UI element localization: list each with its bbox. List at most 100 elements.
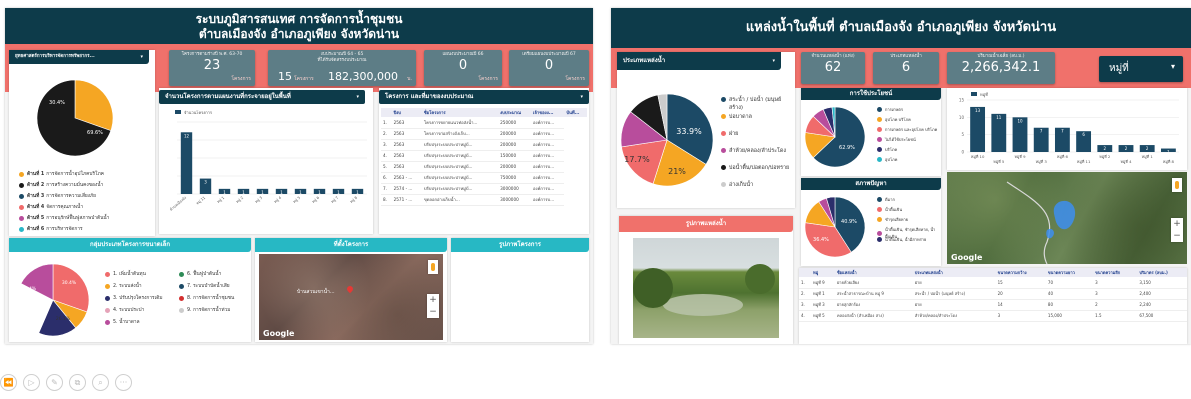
column-header[interactable]: ขนาดความลึก (1093, 268, 1138, 277)
column-header[interactable]: เจ้าของง... (531, 108, 565, 117)
table-row[interactable]: 2. หมู่ที่ 1 สระน้ำสาธารณะบ้าน หมู่ 9 สระน้… (799, 288, 1187, 300)
table-row[interactable]: 3. 2563 ปรับปรุงระบบประปาหมู่บ้... 200000 อง… (381, 139, 587, 151)
table-row[interactable]: 4. 2563 ปรับปรุงระบบประปาหมู่บ้... 150000 อง… (381, 150, 587, 162)
column-header[interactable] (799, 268, 811, 277)
column-header[interactable]: ชื่อแหล่งน้ำ (834, 268, 913, 277)
water-types-legend-item[interactable]: สระน้ำ / บ่อน้ำ (มนุษย์สร้าง) (721, 96, 791, 112)
zoom-in-button[interactable]: + (427, 294, 439, 306)
more-icon[interactable]: ··· (115, 374, 132, 391)
pencil-icon[interactable]: ✎ (46, 374, 63, 391)
table-row[interactable]: 4. หมู่ที่ 5 คลองส่งน้ำ (ลำเหมือง ล่าง) ลำห… (799, 310, 1187, 322)
projects-by-area-title: จำนวนโครงการตามแผนงานที่กระจายอยู่ในพื้น… (159, 90, 365, 104)
village-filter-dropdown[interactable]: หมู่ที่ ▾ (1099, 56, 1183, 82)
strategy-filter-dropdown[interactable]: ยุทธศาสตร์การบริหารจัดการทรัพยากร... ▾ (9, 50, 149, 64)
table-cell: 3 (1093, 288, 1138, 300)
water-types-legend-item[interactable]: ฝาย (721, 130, 791, 138)
column-header[interactable]: ขนาดความกว้าง (995, 268, 1046, 277)
bar[interactable] (970, 106, 986, 152)
kpi-plan-projects: โครงการตามร่างปี พ.ศ. 63-70 23 โครงการ (169, 50, 255, 86)
problem-pie-chart: 40.9% 36.4% (804, 196, 866, 258)
problem-legend-item[interactable]: น้ำตื้นเขิน, น้ำมีสาหร่าย (877, 236, 939, 243)
column-header[interactable]: บันทึ... (564, 108, 587, 117)
small-projects-legend-item[interactable]: 6. ฟื้นฟูป่าต้นน้ำ (179, 270, 221, 278)
usage-legend-item[interactable]: การเกษตร (877, 106, 903, 113)
usage-legend-item[interactable]: บริโภค (877, 146, 897, 153)
legend-label-bold: ด้านที่ 4 (27, 205, 45, 210)
rewind-icon[interactable]: ⏪ (0, 374, 17, 391)
strategy-legend-item[interactable]: ด้านที่ 6 การบริหารจัดการ (19, 225, 83, 233)
play-icon[interactable]: ▷ (23, 374, 40, 391)
kpi-currency: บ. (407, 76, 412, 82)
table-row[interactable]: 1. 2563 โครงการขยายแนวท่อส่งน้ำ... 250000 อง… (381, 117, 587, 129)
street-view-pegman-icon[interactable] (1172, 178, 1182, 192)
y-tick-label: 0 (961, 150, 964, 155)
projects-bar-chart: จำนวนโครงการ12ตำบลเมืองจัง3หมู่ 111หมู่ … (168, 110, 367, 212)
legend-swatch (877, 207, 882, 212)
table-row[interactable]: 3. หมู่ที่ 3 ฝายสุกลักร้อง ฝาย 14 80 2 2,240 (799, 299, 1187, 311)
project-location-map[interactable]: บ้านสวนเขาน้ำ... + − Google (259, 254, 443, 340)
problem-legend-item[interactable]: น้ำตื้นเขิน (877, 206, 939, 213)
table-row[interactable]: 6. 2563 - ... ปรับปรุงระบบประปาหมู่บ้... 75… (381, 172, 587, 184)
table-cell: ลำห้วย/คลอง/ลำประโดง (912, 310, 996, 322)
table-row[interactable]: 2. 2563 โครงการก่อสร้างถังเก็บ... 200000 องค… (381, 128, 587, 140)
water-source-map[interactable]: + − Google (947, 172, 1187, 264)
column-header[interactable]: หมู่ (810, 268, 835, 277)
small-projects-legend-item[interactable]: 4. ระบบประปา (105, 306, 144, 314)
legend-swatch (105, 271, 110, 277)
chevron-down-icon: ▾ (580, 94, 583, 100)
search-icon[interactable]: ⌕ (92, 374, 109, 391)
small-projects-legend-item[interactable]: 5. น้ำบาดาล (105, 318, 140, 326)
column-header[interactable] (381, 108, 392, 117)
usage-legend-item[interactable]: อุปโภค บริโภค (877, 116, 911, 123)
table-row[interactable]: 5. 2563 ปรับปรุงระบบประปาหมู่บ้... 200000 อง… (381, 161, 587, 173)
strategy-legend-item[interactable]: ด้านที่ 1 การจัดการน้ำอุปโภคบริโภค (19, 170, 104, 178)
table-cell: องค์การบ... (531, 139, 565, 151)
small-projects-legend-item[interactable]: 2. ระบบส่งน้ำ (105, 282, 142, 290)
zoom-out-button[interactable]: − (1171, 230, 1183, 242)
column-header[interactable]: ปริมาตร (ลบม.) (1137, 268, 1187, 277)
usage-legend-item[interactable]: ไม่ได้ใช้ประโยชน์ (877, 136, 916, 143)
strategy-legend-item[interactable]: ด้านที่ 3 การจัดการความเสี่ยงภัย (19, 192, 96, 200)
project-photos-panel: รูปภาพโครงการ (451, 238, 589, 342)
legend-label: 6. ฟื้นฟูป่าต้นน้ำ (187, 272, 222, 277)
small-projects-legend-item[interactable]: 9. การจัดการน้ำท่วม (179, 306, 230, 314)
bar-category-label: หมู่ที่ 11 (1077, 159, 1091, 164)
water-types-legend-item[interactable]: บ่อน้ำตื้น/บ่อตอก/บ่อทราย (721, 164, 791, 172)
table-row[interactable]: 1. หมู่ที่ 9 ฝายห้วยเลียง ฝาย 15 70 3 3,150 (799, 277, 1187, 289)
small-projects-legend-item[interactable]: 3. ปรับปรุงโครงการเดิม (105, 294, 163, 302)
zoom-in-button[interactable]: + (1171, 218, 1183, 230)
water-source-type-filter[interactable]: ประเภทแหล่งน้ำ ▾ (617, 52, 781, 70)
problem-legend-item[interactable]: ชำรุดเสียหาย (877, 216, 939, 223)
copy-icon[interactable]: ⧉ (69, 374, 86, 391)
water-types-legend-item[interactable]: อ่างเก็บน้ำ (721, 181, 791, 189)
column-header[interactable]: ชื่อโครงการ (421, 108, 499, 117)
zoom-out-button[interactable]: − (427, 306, 439, 318)
strategy-legend-item[interactable]: ด้านที่ 4 จัดการคุณภาพน้ำ (19, 203, 83, 211)
table-row[interactable]: 7. 2574 - ... ปรับปรุงระบบประปาหมู่บ้... 30… (381, 183, 587, 195)
small-projects-legend-item[interactable]: 8. การจัดการน้ำชุมชน (179, 294, 234, 302)
bar-category-label: หมู่ที่ 3 (1036, 159, 1048, 164)
bar[interactable] (180, 132, 193, 194)
legend-swatch (179, 283, 184, 289)
usage-legend-item[interactable]: การเกษตร และอุปโภค บริโภค (877, 126, 937, 133)
column-header[interactable]: ประเภทแหล่งน้ำ (912, 268, 996, 277)
table-row[interactable]: 8. 2571 - ... ขุดลอกอ่างเก็บน้ำ... 3000000 อ… (381, 194, 587, 206)
small-projects-legend-item[interactable]: 7. ระบบบำบัดน้ำเสีย (179, 282, 230, 290)
water-types-legend-item[interactable]: ลำห้วย/คลอง/ลำประโดง (721, 147, 791, 155)
water-types-legend-item[interactable]: บ่อบาดาล (721, 113, 791, 121)
google-logo: Google (263, 329, 295, 338)
usage-legend-item[interactable]: อุปโภค (877, 156, 897, 163)
legend-swatch (179, 307, 184, 313)
street-view-pegman-icon[interactable] (428, 260, 438, 274)
column-header[interactable]: งบประมาณ (498, 108, 532, 117)
kpi-label: งบประมาณปี 64 - 65 (320, 52, 364, 57)
column-header[interactable]: ปีงบ (391, 108, 422, 117)
small-projects-legend-item[interactable]: 1. เพิ่มน้ำต้นทุน (105, 270, 146, 278)
problem-legend-item[interactable]: ดีมาก (877, 196, 939, 203)
column-header[interactable]: ขนาดความยาว (1045, 268, 1094, 277)
table-cell: 20 (995, 288, 1046, 300)
legend-label: บริโภค (885, 147, 898, 152)
strategy-legend-item[interactable]: ด้านที่ 2 การสร้างความมั่นคงของน้ำ (19, 181, 103, 189)
strategy-legend-item[interactable]: ด้านที่ 5 การอนุรักษ์ฟื้นฟูสภาพป่าต้นน้ำ (19, 214, 109, 222)
legend-label-bold: ด้านที่ 3 (27, 194, 45, 199)
